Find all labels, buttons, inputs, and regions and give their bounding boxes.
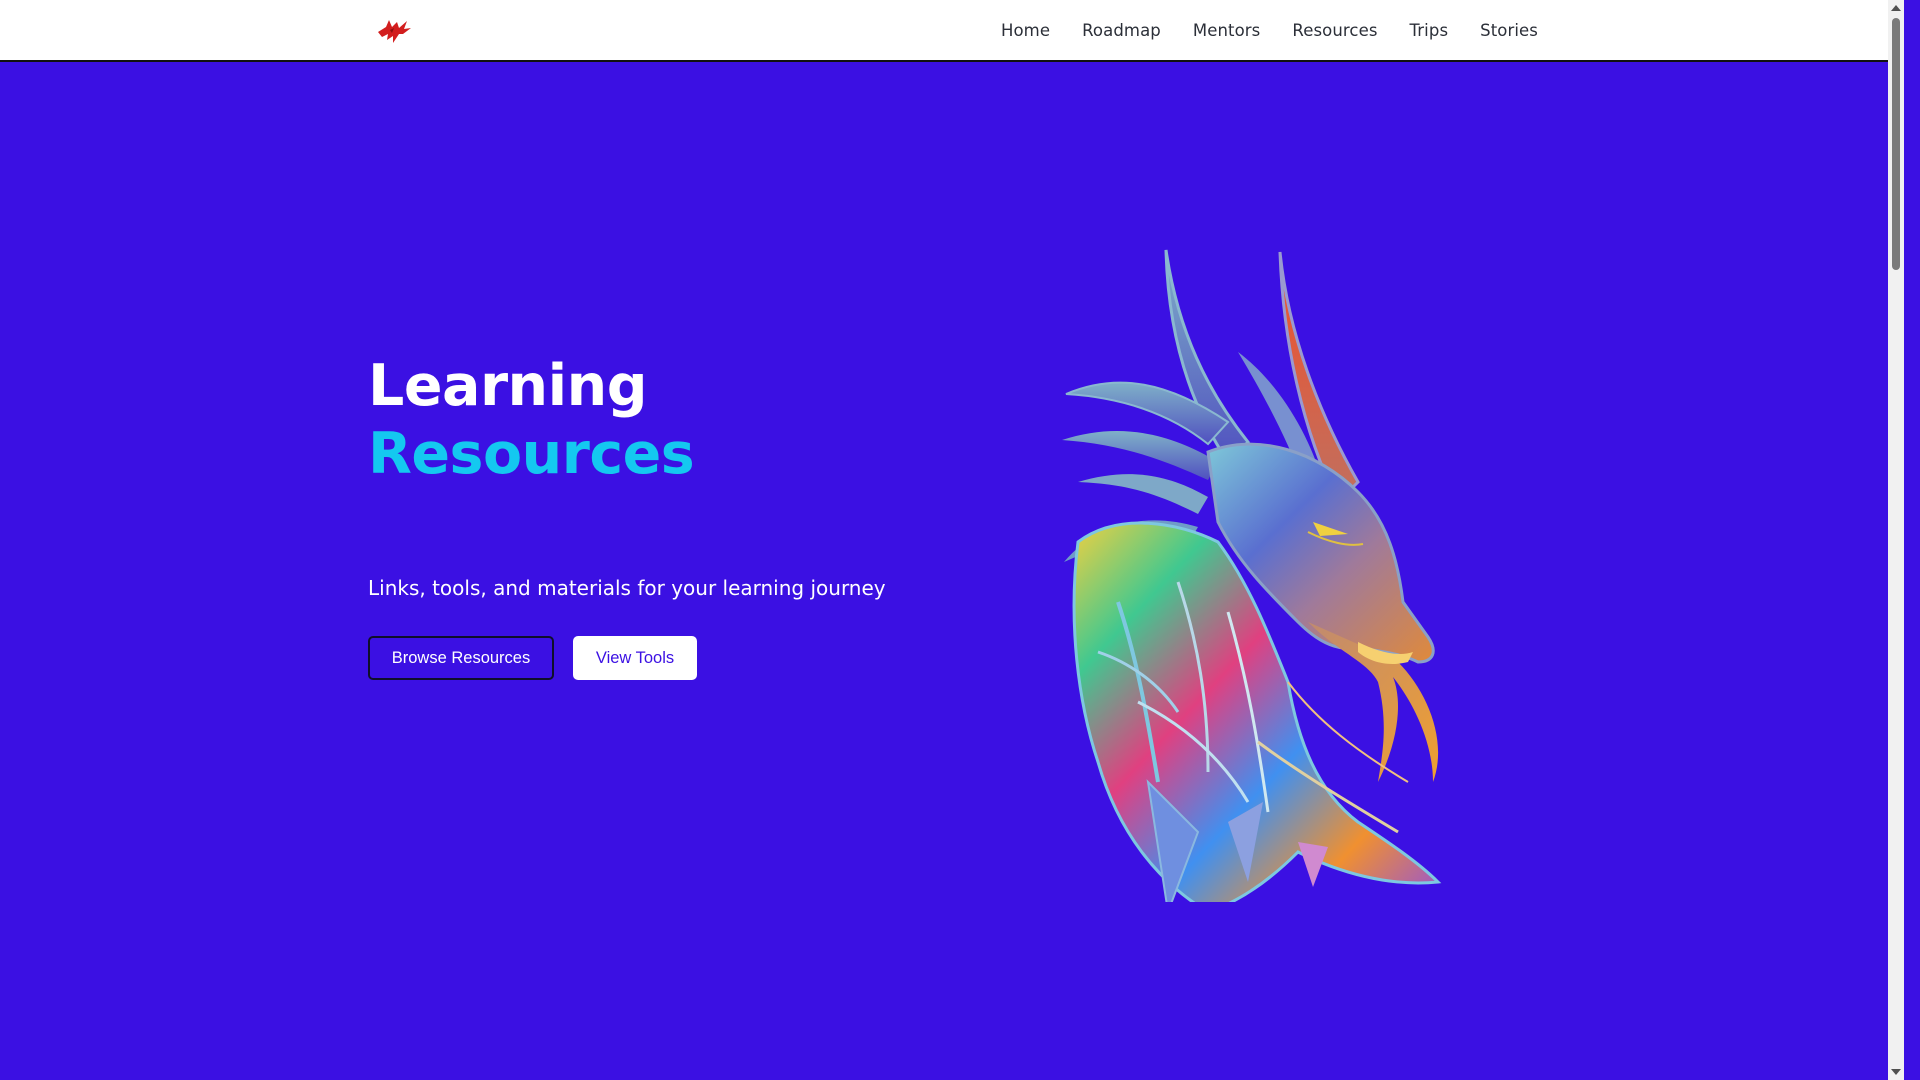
hero-title-line1: Learning (368, 353, 648, 419)
site-logo[interactable] (376, 16, 412, 46)
hero-section (0, 62, 1904, 1080)
nav-resources[interactable]: Resources (1292, 0, 1377, 62)
red-phoenix-logo-icon (378, 20, 411, 43)
rainbow-dragon-head-icon (1062, 249, 1442, 902)
hero-buttons: Browse Resources View Tools (368, 636, 697, 680)
hero-title-line2: Resources (368, 421, 695, 487)
nav-trips[interactable]: Trips (1410, 0, 1449, 62)
hero-title: Learning Resources (368, 352, 695, 488)
nav-mentors[interactable]: Mentors (1193, 0, 1261, 62)
view-tools-button[interactable]: View Tools (573, 636, 697, 680)
nav-roadmap[interactable]: Roadmap (1082, 0, 1161, 62)
nav-home[interactable]: Home (1001, 0, 1050, 62)
nav-stories[interactable]: Stories (1480, 0, 1538, 62)
scroll-up-arrow-icon[interactable] (1891, 5, 1901, 11)
scroll-down-arrow-icon[interactable] (1891, 1069, 1901, 1075)
browse-resources-button[interactable]: Browse Resources (368, 636, 554, 680)
hero-illustration (1058, 182, 1462, 902)
main-nav: Home Roadmap Mentors Resources Trips Sto… (1001, 0, 1538, 62)
hero-subtitle: Links, tools, and materials for your lea… (368, 576, 886, 600)
scrollbar-thumb[interactable] (1892, 18, 1900, 270)
page: Home Roadmap Mentors Resources Trips Sto… (0, 0, 1904, 1080)
top-navigation-bar: Home Roadmap Mentors Resources Trips Sto… (0, 0, 1904, 62)
vertical-scrollbar[interactable] (1888, 0, 1904, 1080)
